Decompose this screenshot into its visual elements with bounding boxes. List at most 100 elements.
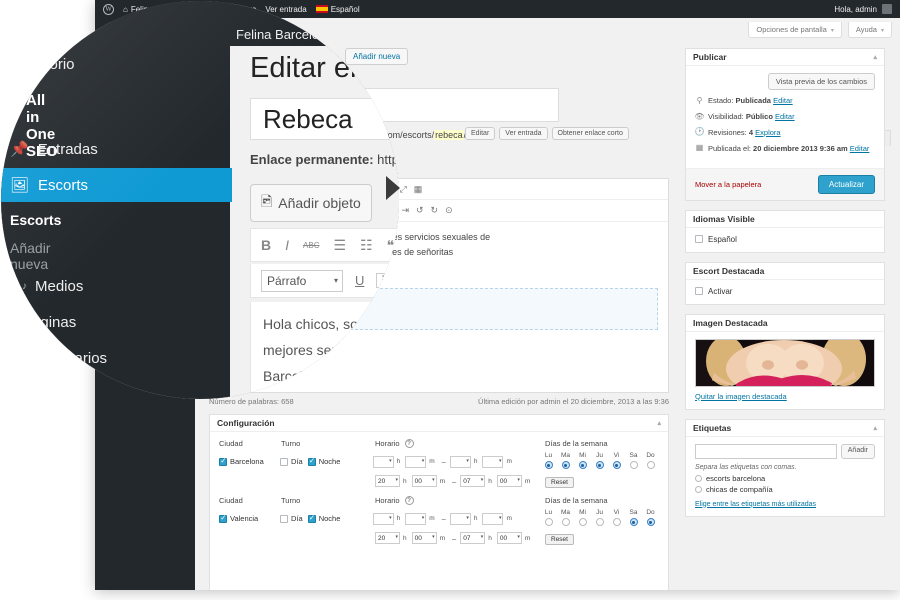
indent-icon[interactable]: ⇥ — [401, 205, 409, 216]
lens-item-paginas[interactable]: Páginas — [22, 314, 76, 331]
day-radio-sa[interactable] — [629, 518, 638, 526]
noche-checkbox[interactable] — [307, 513, 316, 523]
end-minute-select-2[interactable]: 00 — [496, 532, 522, 544]
kitchen-sink-icon[interactable]: ▦ — [414, 184, 423, 195]
strikethrough-icon[interactable]: ABC — [303, 241, 319, 250]
help-button[interactable]: Ayuda ▾ — [847, 22, 892, 38]
city-checkbox[interactable] — [219, 513, 227, 523]
day-radio-sa[interactable] — [629, 461, 638, 469]
update-button[interactable]: Actualizar — [817, 174, 875, 194]
day-radio-ju[interactable] — [595, 461, 604, 469]
city-checkbox[interactable] — [219, 456, 227, 466]
avatar[interactable] — [882, 4, 892, 14]
move-to-trash-link[interactable]: Mover a la papelera — [695, 180, 761, 189]
day-radio-mi[interactable] — [578, 518, 587, 526]
end-hour-select-2[interactable]: 07 — [460, 475, 486, 487]
fullscreen-icon[interactable]: ⤢ — [400, 184, 407, 195]
add-new-button[interactable]: Añadir nueva — [345, 48, 409, 65]
preview-changes-button[interactable]: Vista previa de los cambios — [767, 73, 875, 90]
permalink-edit-button[interactable]: Editar — [465, 127, 496, 140]
city-checkbox-group[interactable]: Barcelona — [219, 456, 280, 466]
lens-item-comentarios[interactable]: Comentarios — [22, 350, 107, 367]
screen-options-button[interactable]: Opciones de pantalla ▾ — [748, 22, 842, 38]
numbered-list-icon[interactable]: ☷ — [360, 237, 373, 254]
espanol-checkbox[interactable] — [695, 235, 703, 243]
underline-icon[interactable]: U — [355, 273, 364, 288]
day-radio-mi[interactable] — [578, 461, 587, 469]
start-minute-select-2[interactable]: 00 — [411, 475, 437, 487]
undo-icon[interactable]: ↺ — [416, 205, 424, 216]
end-minute-select-2[interactable]: 00 — [496, 475, 522, 487]
adminbar-view-post[interactable]: Ver entrada — [265, 5, 306, 14]
featured-image-thumbnail[interactable] — [695, 338, 875, 387]
start-hour-select-2[interactable]: 20 — [375, 532, 400, 544]
start-hour-select[interactable] — [372, 455, 394, 468]
city-checkbox-group[interactable]: Valencia — [219, 513, 280, 523]
lens-subitem-anadir[interactable]: Añadir nueva — [10, 240, 50, 272]
day-radio-vi[interactable] — [612, 518, 621, 526]
day-radio-ju[interactable] — [595, 518, 604, 526]
redo-icon[interactable]: ↻ — [431, 205, 439, 216]
bullet-list-icon[interactable]: ☰ — [333, 237, 346, 254]
turno-noche[interactable]: Noche — [307, 513, 340, 523]
help-icon[interactable]: ? — [404, 439, 414, 448]
bold-icon[interactable]: B — [261, 237, 271, 253]
remove-featured-image-link[interactable]: Quitar la imagen destacada — [695, 392, 787, 401]
start-minute-select[interactable] — [405, 455, 427, 468]
italic-icon[interactable]: I — [285, 237, 289, 253]
lens-format-select[interactable]: Párrafo ▾ — [261, 269, 343, 292]
start-hour-select[interactable] — [372, 512, 394, 525]
day-radio-ma[interactable] — [561, 518, 570, 526]
dia-checkbox[interactable] — [280, 457, 289, 466]
lens-subitem-escorts[interactable]: Escorts — [10, 212, 61, 228]
configuracion-header[interactable]: Configuración ▴ — [210, 415, 668, 432]
collapse-toggle-icon[interactable]: ▴ — [873, 424, 877, 432]
turno-noche[interactable]: Noche — [307, 456, 340, 466]
collapse-toggle-icon[interactable]: ▴ — [873, 53, 877, 61]
languages-header[interactable]: Idiomas Visible — [686, 211, 884, 228]
day-radio-do[interactable] — [646, 461, 655, 469]
day-radio-lu[interactable] — [544, 461, 553, 469]
dia-checkbox[interactable] — [280, 514, 289, 523]
turno-dia[interactable]: Día — [280, 457, 303, 466]
revisions-link[interactable]: Explora — [755, 128, 780, 137]
end-hour-select-2[interactable]: 07 — [460, 532, 486, 544]
day-radio-vi[interactable] — [612, 461, 621, 469]
start-minute-select[interactable] — [405, 512, 427, 525]
reset-button[interactable]: Reset — [545, 476, 574, 488]
tag-input[interactable] — [695, 443, 837, 459]
start-minute-select-2[interactable]: 00 — [411, 532, 437, 544]
lens-item-entradas[interactable]: 📌 Entradas — [10, 140, 98, 159]
permalink-shortlink-button[interactable]: Obtener enlace corto — [551, 127, 629, 140]
lens-item-escritorio[interactable]: Escritorio — [12, 56, 75, 73]
day-radio-do[interactable] — [646, 518, 655, 526]
turno-dia[interactable]: Día — [280, 514, 303, 523]
end-minute-select[interactable] — [482, 512, 504, 525]
adminbar-language[interactable]: Español — [315, 5, 360, 14]
help-icon[interactable]: ⊙ — [445, 205, 453, 216]
reset-button[interactable]: Reset — [545, 533, 574, 545]
collapse-toggle-icon[interactable]: ▴ — [657, 419, 661, 427]
tag-add-button[interactable]: Añadir — [840, 443, 875, 459]
day-radio-lu[interactable] — [544, 518, 553, 526]
start-hour-select-2[interactable]: 20 — [375, 475, 400, 487]
language-option[interactable]: Español — [695, 235, 875, 244]
noche-checkbox[interactable] — [307, 456, 316, 466]
day-radio-ma[interactable] — [561, 461, 570, 469]
permalink-view-button[interactable]: Ver entrada — [499, 127, 548, 140]
featured-image-header[interactable]: Imagen Destacada — [686, 315, 884, 332]
lens-item-escorts[interactable]: 🖼 Escorts — [1, 168, 232, 202]
featured-escort-header[interactable]: Escort Destacada — [686, 263, 884, 280]
end-minute-select[interactable] — [482, 455, 504, 468]
end-hour-select[interactable] — [449, 455, 471, 468]
remove-tag-icon[interactable] — [695, 485, 702, 493]
visibility-edit-link[interactable]: Editar — [775, 112, 795, 121]
published-edit-link[interactable]: Editar — [850, 144, 870, 153]
help-icon[interactable]: ? — [404, 496, 414, 505]
tags-header[interactable]: Etiquetas ▴ — [686, 420, 884, 437]
lens-add-media-button[interactable]: 🖻 Añadir objeto — [250, 184, 372, 222]
lens-item-medios[interactable]: ♪ Medios — [22, 278, 83, 295]
remove-tag-icon[interactable] — [695, 474, 702, 482]
end-hour-select[interactable] — [449, 512, 471, 525]
status-edit-link[interactable]: Editar — [773, 96, 793, 105]
